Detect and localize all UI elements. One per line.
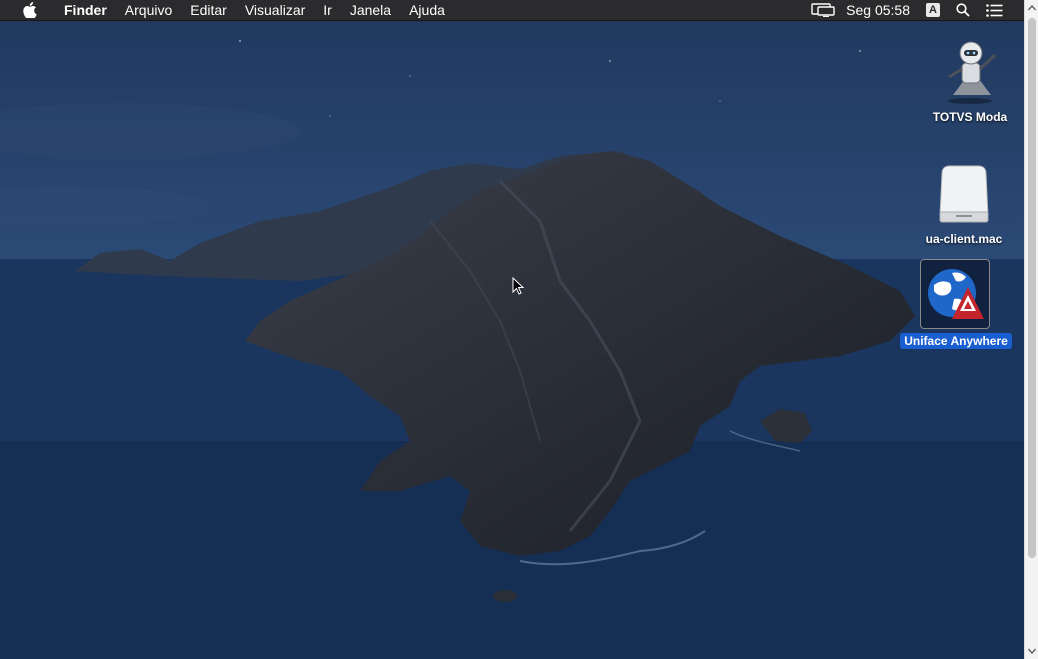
automator-robot-icon	[938, 39, 1002, 105]
menu-ajuda[interactable]: Ajuda	[400, 0, 454, 21]
menu-visualizar[interactable]: Visualizar	[236, 0, 314, 21]
desktop-icon-ua-client[interactable]: ua-client.mac	[914, 161, 1014, 247]
desktop-icon-label: Uniface Anywhere	[900, 333, 1012, 349]
apple-icon[interactable]	[19, 2, 41, 18]
status-area: Seg 05:58 A	[810, 0, 1024, 21]
uniface-globe-icon	[920, 259, 990, 329]
scroll-up-arrow-icon[interactable]	[1025, 0, 1038, 16]
menu-arquivo[interactable]: Arquivo	[116, 0, 181, 21]
menu-finder[interactable]: Finder	[55, 0, 116, 21]
menu-janela[interactable]: Janela	[341, 0, 400, 21]
scroll-down-arrow-icon[interactable]	[1025, 643, 1038, 659]
menu-editar[interactable]: Editar	[181, 0, 236, 21]
spotlight-search-icon[interactable]	[954, 0, 972, 21]
desktop-icon-uniface-anywhere[interactable]: Uniface Anywhere	[896, 259, 1016, 349]
display-mirroring-icon[interactable]	[810, 0, 836, 21]
mouse-cursor-icon	[512, 276, 525, 300]
input-source-icon[interactable]: A	[926, 3, 940, 17]
menu-ir[interactable]: Ir	[314, 0, 341, 21]
scrollbar-thumb[interactable]	[1028, 18, 1036, 558]
notification-center-icon[interactable]	[984, 0, 1004, 21]
menubar-clock[interactable]: Seg 05:58	[836, 0, 920, 21]
wallpaper-island	[0, 21, 1024, 659]
desktop[interactable]: TOTVS Moda ua-client.mac Uniface Anywher…	[0, 21, 1024, 659]
desktop-icon-label: TOTVS Moda	[932, 110, 1008, 124]
menu-bar: Finder Arquivo Editar Visualizar Ir Jane…	[0, 0, 1024, 21]
desktop-icon-totvs-moda[interactable]: TOTVS Moda	[920, 39, 1020, 125]
desktop-icon-label: ua-client.mac	[925, 232, 1003, 246]
disk-image-icon	[934, 161, 994, 227]
vertical-scrollbar[interactable]	[1024, 0, 1038, 659]
